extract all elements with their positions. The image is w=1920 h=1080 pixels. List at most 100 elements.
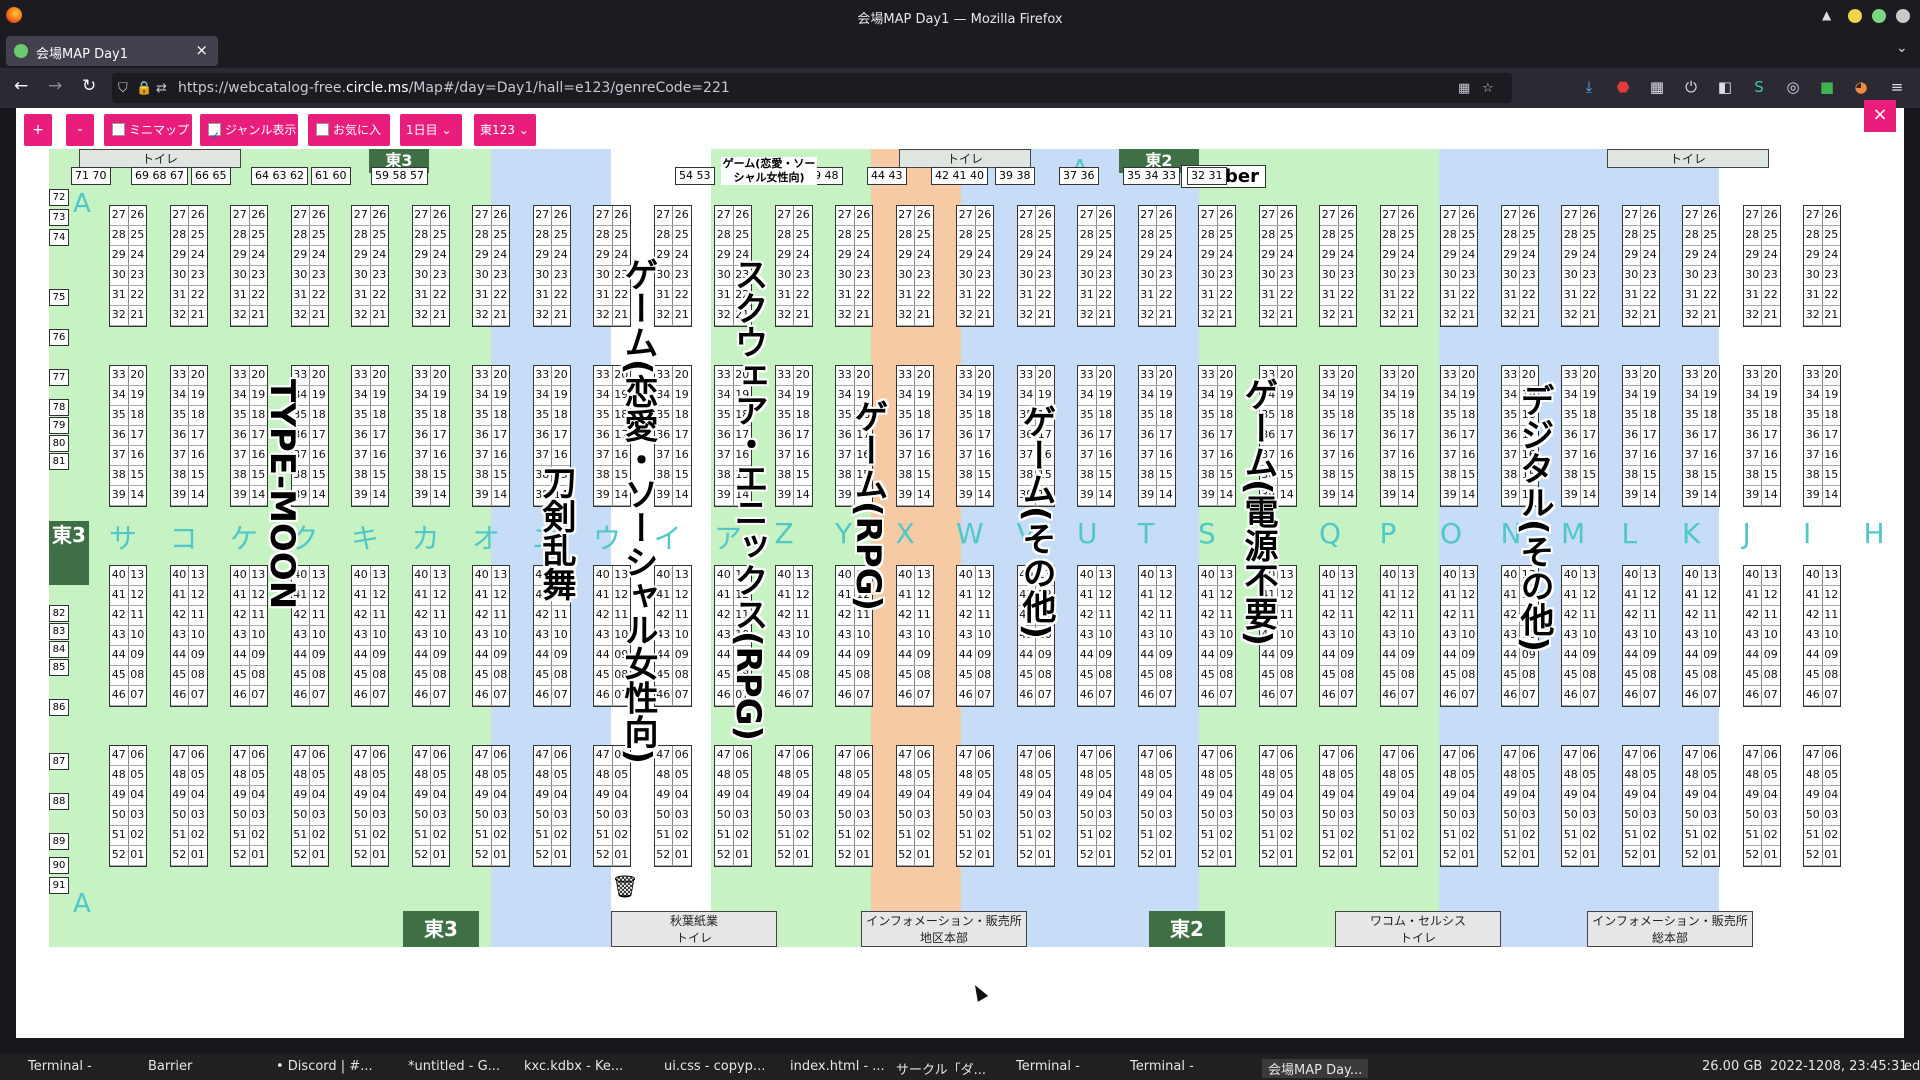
booth-space[interactable]: 21 — [1156, 306, 1175, 325]
booth-space[interactable]: 35 — [171, 406, 189, 425]
booth-space[interactable]: 32 — [1804, 306, 1822, 325]
booth-space[interactable]: 46 — [776, 686, 794, 705]
booth-space[interactable]: 52 — [413, 846, 431, 865]
booth-space[interactable]: 47 — [1502, 746, 1520, 765]
booth-space[interactable]: 14 — [1095, 486, 1115, 505]
booth-space[interactable]: 08 — [1277, 666, 1296, 685]
booth-space[interactable]: 05 — [732, 766, 752, 785]
booth-space[interactable]: 08 — [369, 666, 389, 685]
booth-space[interactable]: 09 — [1337, 646, 1357, 665]
zoom-in-button[interactable]: + — [24, 114, 52, 146]
booth-space[interactable]: 50 — [534, 806, 552, 825]
booth-space[interactable]: 29 — [1018, 246, 1036, 265]
booth-space[interactable]: 29 — [231, 246, 249, 265]
booth-space[interactable]: 10 — [127, 626, 147, 645]
booth-space[interactable]: 11 — [1458, 606, 1478, 625]
booth-space[interactable]: 40 — [171, 566, 189, 585]
booth-block[interactable]: 47 06 48 05 49 04 50 03 51 02 52 01 — [351, 745, 389, 867]
booth-space[interactable]: 12 — [1579, 586, 1599, 605]
booth-space[interactable]: 14 — [1216, 486, 1236, 505]
booth-space[interactable]: 02 — [974, 826, 994, 845]
booth-space[interactable]: 18 — [1398, 406, 1417, 425]
booth-space[interactable]: 40 — [1199, 566, 1217, 585]
booth-space[interactable]: 43 — [534, 626, 552, 645]
booth-space[interactable]: 02 — [1398, 826, 1417, 845]
booth-space[interactable]: 13 — [974, 566, 994, 585]
booth-space[interactable]: 16 — [1277, 446, 1296, 465]
booth-space[interactable]: 18 — [127, 406, 147, 425]
booth-space[interactable]: 11 — [369, 606, 389, 625]
booth-space[interactable]: 42 — [1804, 606, 1822, 625]
booth-space[interactable]: 31 — [534, 286, 552, 305]
booth-space[interactable]: 23 — [1458, 266, 1478, 285]
bookmark-star-icon[interactable]: ☆ — [1482, 81, 1494, 96]
booth-space[interactable]: 23 — [1398, 266, 1417, 285]
booth-space[interactable]: 30 — [957, 266, 975, 285]
booth-space[interactable]: 26 — [1035, 206, 1054, 225]
booth-space[interactable]: 39 — [110, 486, 128, 505]
booth-space[interactable]: 43 — [110, 626, 128, 645]
booth-space[interactable]: 27 — [1018, 206, 1036, 225]
booth-space[interactable]: 28 — [231, 226, 249, 245]
booth-space[interactable]: 49 — [231, 786, 249, 805]
booth-space[interactable]: 10 — [1337, 626, 1357, 645]
booth-space[interactable]: 15 — [1277, 466, 1296, 485]
booth-space[interactable]: 01 — [1458, 846, 1478, 865]
booth-space[interactable]: 26 — [1156, 206, 1175, 225]
booth-space[interactable]: 32 — [1441, 306, 1459, 325]
booth-space[interactable]: 52 — [1018, 846, 1036, 865]
booth-space[interactable]: 47 — [231, 746, 249, 765]
booth-space[interactable]: 10 — [1458, 626, 1478, 645]
booth-space[interactable]: 36 — [1139, 426, 1157, 445]
booth-space[interactable]: 04 — [1035, 786, 1054, 805]
booth-space[interactable]: 14 — [1156, 486, 1175, 505]
booth-space[interactable]: 10 — [1579, 626, 1599, 645]
booth-space[interactable]: 12 — [1761, 586, 1780, 605]
genre-checkbox[interactable] — [208, 120, 221, 152]
booth-space[interactable]: 33 — [1139, 366, 1157, 385]
booth-block[interactable]: 47 06 48 05 49 04 50 03 51 02 52 01 — [230, 745, 268, 867]
booth-space[interactable]: 06 — [1519, 746, 1538, 765]
booth-space[interactable]: 09 — [914, 646, 933, 665]
booth-block[interactable]: 40 13 41 12 42 11 43 10 44 09 45 08 46 07 — [169, 565, 208, 707]
booth-space[interactable]: 46 — [1441, 686, 1459, 705]
booth-space[interactable]: 33 — [231, 366, 249, 385]
booth-space[interactable]: 16 — [1700, 446, 1720, 465]
booth-space[interactable]: 42 — [1139, 606, 1157, 625]
booth-space[interactable]: 42 — [171, 606, 189, 625]
booth-space[interactable]: 21 — [1095, 306, 1115, 325]
booth-space[interactable]: 32 — [776, 306, 794, 325]
booth-space[interactable]: 43 — [594, 626, 612, 645]
booth-space[interactable]: 51 — [292, 826, 310, 845]
booth-space[interactable]: 02 — [914, 826, 933, 845]
booth-space[interactable]: 50 — [1623, 806, 1641, 825]
booth-space[interactable]: 28 — [1804, 226, 1822, 245]
booth-space[interactable]: 44 — [110, 646, 128, 665]
booth-space[interactable]: 10 — [1821, 626, 1841, 645]
booth-space[interactable]: 50 — [1441, 806, 1459, 825]
booth-space[interactable]: 39 — [1139, 486, 1157, 505]
booth-space[interactable]: 22 — [188, 286, 207, 305]
booth-space[interactable]: 43 — [1744, 626, 1762, 645]
booth-space[interactable]: 21 — [248, 306, 268, 325]
booth-space[interactable]: 51 — [413, 826, 431, 845]
booth-space[interactable]: 20 — [1035, 366, 1054, 385]
booth-space[interactable]: 17 — [430, 426, 449, 445]
booth-space[interactable]: 37 — [1441, 446, 1459, 465]
booth-block[interactable]: 33 20 34 19 35 18 36 17 37 16 38 15 39 14 — [1440, 365, 1478, 507]
booth-block[interactable]: 27 26 28 25 29 24 30 23 31 22 32 21 — [1682, 205, 1720, 327]
booth-space[interactable]: 42 — [957, 606, 975, 625]
booth-space[interactable]: 26 — [1095, 206, 1115, 225]
booth-space[interactable]: 26 — [1216, 206, 1236, 225]
booth-space[interactable]: 29 — [1441, 246, 1459, 265]
booth-space[interactable]: 51 — [1562, 826, 1580, 845]
booth-space[interactable]: 13 — [309, 566, 328, 585]
booth-space[interactable]: 04 — [974, 786, 994, 805]
booth-space[interactable]: 37 — [594, 446, 612, 465]
booth-space[interactable]: 09 — [1277, 646, 1296, 665]
booth-space[interactable]: 10 — [490, 626, 510, 645]
booth-space[interactable]: 28 — [1562, 226, 1580, 245]
booth-space[interactable]: 07 — [1579, 686, 1599, 705]
booth-space[interactable]: 26 — [430, 206, 449, 225]
booth-space[interactable]: 44 — [1078, 646, 1096, 665]
